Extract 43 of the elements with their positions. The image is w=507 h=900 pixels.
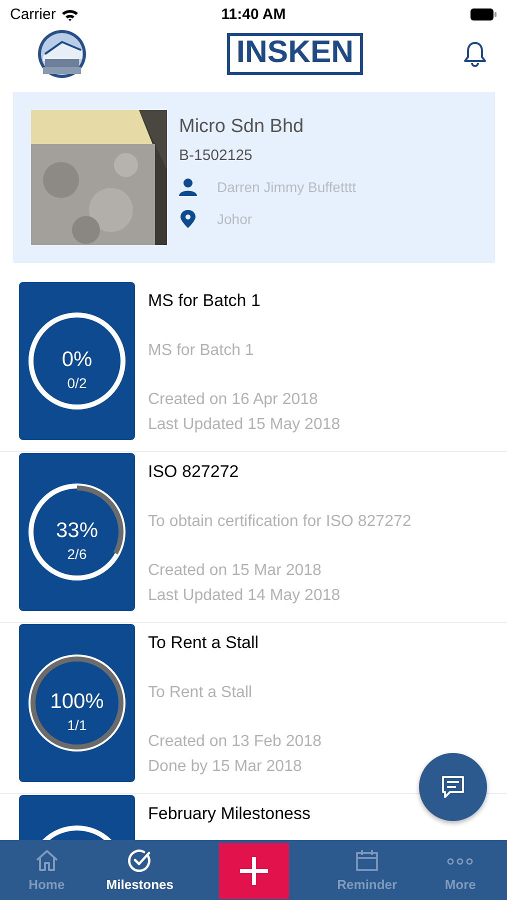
- updated-date: Last Updated 14 May 2018: [148, 587, 342, 605]
- wifi-icon: [60, 8, 79, 20]
- progress-percent: 100%: [49, 690, 105, 714]
- logo: INSKEN: [227, 33, 363, 75]
- milestone-description: MS for Batch 1: [148, 342, 255, 360]
- more-icon: [447, 858, 474, 864]
- created-date: Created on 13 Feb 2018: [148, 733, 322, 751]
- person-icon: [179, 178, 197, 196]
- clock: 11:40 AM: [220, 6, 287, 22]
- plus-icon: [238, 855, 270, 887]
- milestone-description: To obtain certification for ISO 827272: [148, 513, 412, 531]
- calendar-icon: [354, 848, 380, 874]
- progress-percent: 0%: [60, 348, 94, 372]
- progress-count: 1/1: [66, 717, 88, 733]
- updated-date: Last Updated 15 May 2018: [148, 416, 340, 434]
- company-code: B-1502125: [179, 147, 254, 164]
- message-icon: [441, 775, 465, 799]
- check-circle-icon: [126, 848, 153, 874]
- tab[interactable]: Milestones: [93, 840, 186, 900]
- milestone-description: To Rent a Stall: [148, 684, 254, 702]
- milestone-title: MS for Batch 1: [148, 291, 262, 311]
- company-name: Micro Sdn Bhd: [179, 116, 305, 138]
- progress-percent: 33%: [54, 519, 100, 543]
- milestone-title: ISO 827272: [148, 462, 240, 482]
- tab[interactable]: Home: [0, 840, 94, 900]
- location-icon: [179, 210, 197, 228]
- progress-count: 2/6: [66, 546, 88, 562]
- battery-icon: [470, 8, 497, 20]
- milestone-title: February Milestoness: [148, 804, 311, 824]
- add-button[interactable]: [218, 843, 288, 899]
- home-icon: [34, 848, 60, 874]
- location-name: Johor: [217, 211, 252, 227]
- tab[interactable]: More: [414, 840, 507, 900]
- created-date: Created on 16 Apr 2018: [148, 391, 319, 409]
- created-date: Created on 15 Mar 2018: [148, 562, 322, 580]
- progress-count: 0/2: [66, 375, 88, 391]
- tab[interactable]: Reminder: [320, 840, 414, 900]
- chat-button[interactable]: [419, 753, 487, 821]
- milestone-title: To Rent a Stall: [148, 633, 260, 653]
- carrier-label: Carrier: [10, 6, 56, 22]
- person-name: Darren Jimmy Buffetttt: [217, 179, 356, 195]
- bell-icon[interactable]: [462, 41, 487, 67]
- updated-date: Done by 15 Mar 2018: [148, 758, 303, 776]
